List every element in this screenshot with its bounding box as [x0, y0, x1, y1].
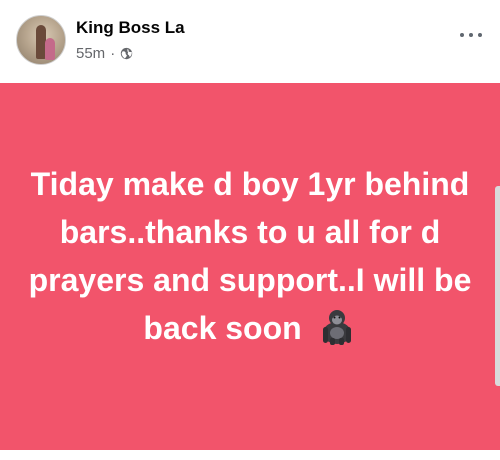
post-meta: 55m · — [76, 45, 133, 62]
post-header: King Boss La 55m · — [0, 0, 500, 83]
post-text: Tiday make d boy 1yr behind bars..thanks… — [28, 165, 472, 346]
more-dot — [460, 33, 464, 37]
post-background: Tiday make d boy 1yr behind bars..thanks… — [0, 83, 500, 450]
avatar[interactable] — [16, 15, 66, 65]
avatar-figure-2 — [45, 38, 55, 60]
more-dot — [478, 33, 482, 37]
gorilla-emoji — [322, 309, 351, 345]
meta-separator: · — [110, 45, 116, 62]
author-name[interactable]: King Boss La — [76, 18, 185, 38]
scrollbar[interactable] — [495, 186, 500, 386]
globe-icon[interactable] — [120, 47, 133, 60]
post-footer-strip — [0, 450, 500, 460]
more-options-icon[interactable] — [460, 30, 482, 40]
post-time[interactable]: 55m — [76, 45, 105, 62]
post-text-container: Tiday make d boy 1yr behind bars..thanks… — [25, 160, 475, 352]
more-dot — [469, 33, 473, 37]
